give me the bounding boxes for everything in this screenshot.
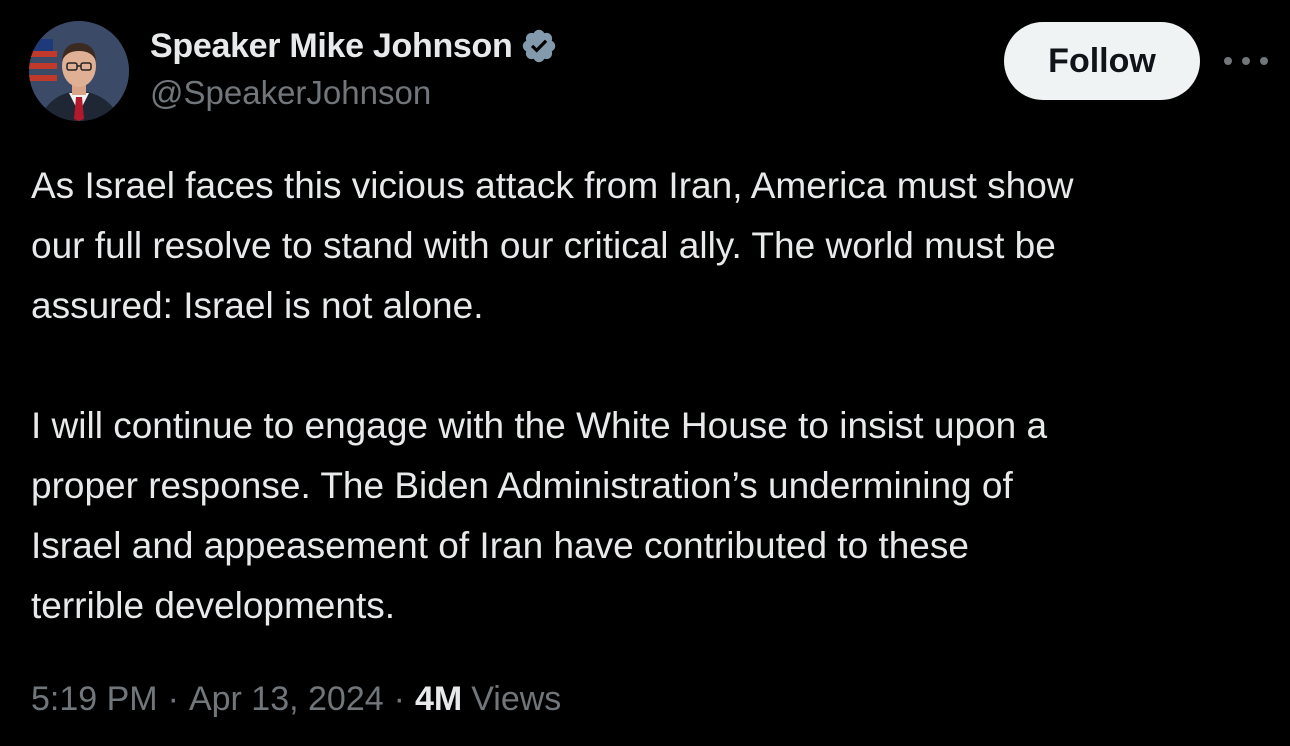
author-display-name[interactable]: Speaker Mike Johnson [150, 27, 513, 66]
more-dot [1224, 57, 1232, 65]
tweet-line: assured: Israel is not alone. [31, 285, 484, 326]
author-handle[interactable]: @SpeakerJohnson [150, 74, 431, 112]
tweet-line: I will continue to engage with the White… [31, 405, 1048, 446]
tweet-card: Speaker Mike Johnson @SpeakerJohnson Fol… [0, 0, 1290, 746]
avatar[interactable] [29, 21, 129, 121]
tweet-line: proper response. The Biden Administratio… [31, 465, 1013, 506]
tweet-line: terrible developments. [31, 585, 396, 626]
tweet-line: As Israel faces this vicious attack from… [31, 165, 1074, 206]
meta-separator: · [393, 679, 405, 718]
avatar-image [29, 21, 129, 121]
tweet-time[interactable]: 5:19 PM [31, 680, 158, 719]
tweet-text: As Israel faces this vicious attack from… [31, 156, 1271, 636]
views-count[interactable]: 4M [415, 680, 462, 719]
tweet-line: Israel and appeasement of Iran have cont… [31, 525, 969, 566]
meta-separator: · [167, 679, 179, 718]
views-label[interactable]: Views [471, 680, 561, 719]
verified-badge-icon [520, 27, 558, 65]
more-dot [1242, 57, 1250, 65]
tweet-date[interactable]: Apr 13, 2024 [189, 680, 384, 719]
tweet-line: our full resolve to stand with our criti… [31, 225, 1056, 266]
tweet-meta: 5:19 PM · Apr 13, 2024 · 4M Views [31, 674, 561, 724]
more-dot [1260, 57, 1268, 65]
more-horizontal-icon[interactable] [1224, 46, 1268, 76]
follow-button[interactable]: Follow [1004, 22, 1200, 100]
author-name-row[interactable]: Speaker Mike Johnson [150, 24, 558, 68]
